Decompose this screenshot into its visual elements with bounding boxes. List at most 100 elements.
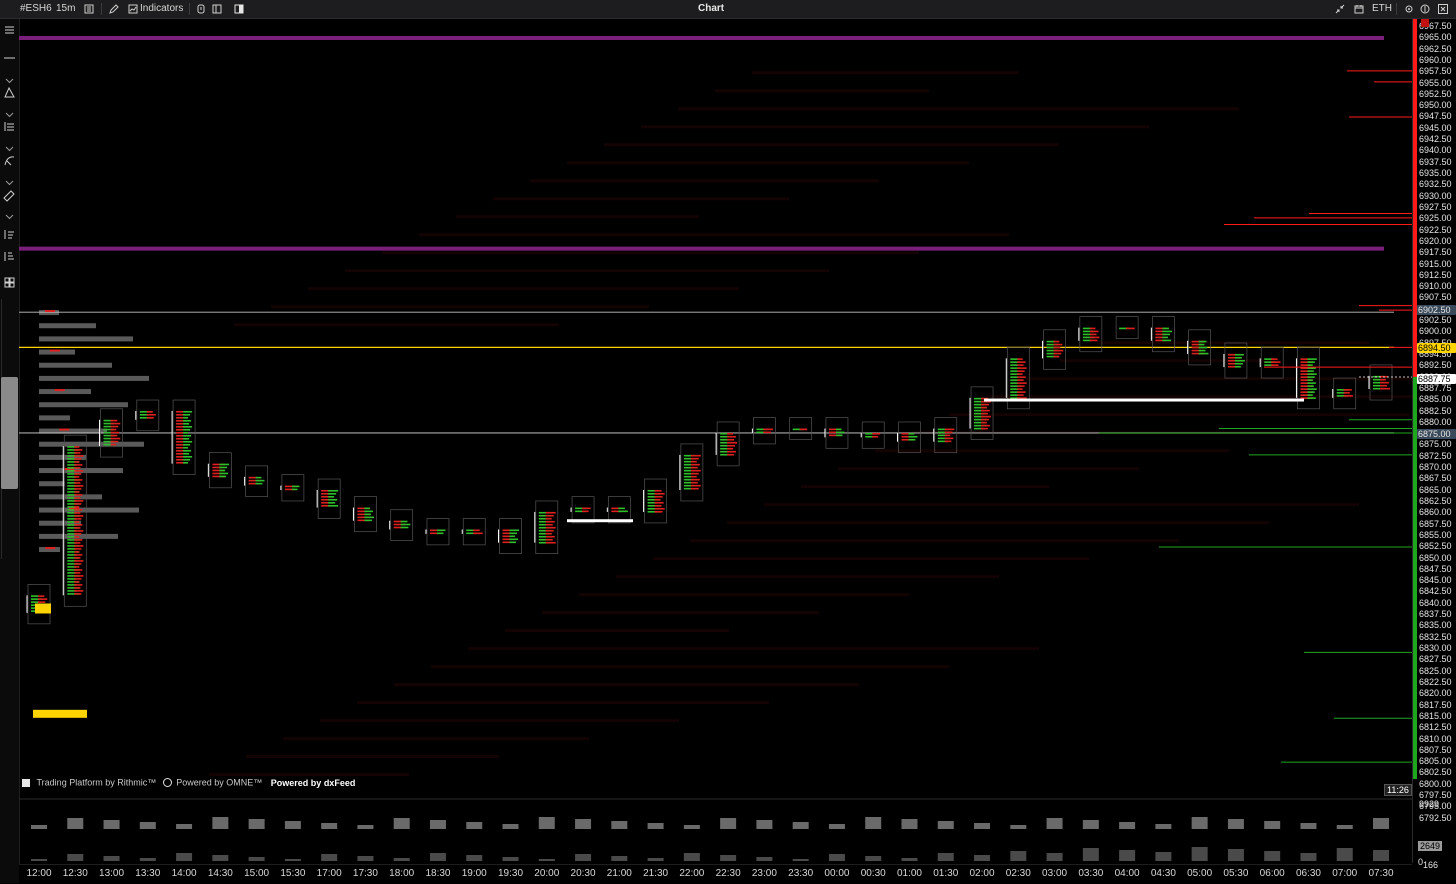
footprint-cell — [727, 444, 736, 447]
curve-path-icon[interactable] — [2, 153, 17, 168]
footprint-cell — [545, 541, 556, 544]
time-axis[interactable]: 12:00 12:30 13:00 13:30 14:00 14:30 15:00 15:30… — [19, 864, 1412, 884]
footprint-cell — [509, 535, 516, 538]
triangle-shape-icon[interactable] — [2, 85, 17, 100]
close-pane-icon[interactable] — [1421, 19, 1429, 27]
footprint-cell — [176, 411, 184, 413]
layout-toggle-icon[interactable] — [234, 4, 244, 14]
footprint-cell — [1010, 370, 1018, 372]
symbol-selector[interactable]: #ESH6 — [20, 0, 52, 18]
volume-bar — [1119, 822, 1136, 829]
link-icon[interactable] — [1420, 4, 1430, 14]
fibonacci-icon[interactable] — [2, 119, 17, 134]
footprint-cell — [1017, 376, 1026, 378]
vol-max-label: 9929 — [1419, 799, 1440, 809]
footprint-cell — [908, 438, 916, 441]
interval-selector[interactable]: 15m — [56, 0, 75, 18]
collapse-icon[interactable] — [1335, 4, 1345, 14]
sort-descending-icon[interactable] — [2, 249, 17, 264]
footprint-cell — [1017, 382, 1027, 384]
price-tick-label: 6792.50 — [1419, 812, 1452, 823]
footprint-cell — [1343, 392, 1350, 394]
window-title: Chart — [698, 3, 725, 14]
footprint-cell — [1017, 391, 1026, 393]
horizontal-line-icon[interactable] — [2, 51, 17, 66]
volume-profile-bar — [39, 481, 65, 487]
footprint-cell — [654, 501, 664, 504]
draw-pencil-icon[interactable] — [109, 4, 119, 14]
footprint-cell — [1307, 382, 1316, 384]
vertical-scrollbar-thumb[interactable] — [1, 377, 18, 489]
footprint-cell — [908, 435, 918, 438]
footprint-cell — [690, 460, 697, 463]
session-selector[interactable]: ETH — [1372, 0, 1392, 18]
volume-profile-bid — [49, 349, 60, 352]
chevron-down-icon[interactable] — [5, 139, 14, 152]
chevron-down-icon[interactable] — [5, 207, 14, 220]
object-tree-icon[interactable] — [2, 275, 17, 290]
settings-gear-icon[interactable] — [1404, 4, 1414, 14]
delta-bar — [1046, 853, 1063, 861]
footprint-cell — [981, 418, 989, 421]
footprint-cell — [219, 466, 228, 469]
close-icon[interactable] — [1438, 4, 1448, 14]
history-icon[interactable] — [196, 4, 206, 14]
price-tick-label: 6835.00 — [1419, 620, 1452, 631]
time-tick-label: 06:30 — [1295, 868, 1321, 879]
footprint-cell — [1155, 330, 1163, 333]
delta-bar — [792, 859, 809, 861]
footprint-cell — [1089, 336, 1100, 339]
volume-bar — [611, 821, 628, 829]
footprint-candle — [716, 421, 740, 467]
indicators-icon[interactable] — [128, 4, 138, 14]
delta-bar — [647, 858, 664, 861]
vol-current-label: 2649 — [1418, 841, 1443, 851]
chevron-down-icon[interactable] — [5, 105, 14, 118]
price-tick-label: 6847.50 — [1419, 563, 1452, 574]
footprint-cell — [176, 453, 184, 455]
price-tick-label: 6860.00 — [1419, 507, 1452, 518]
chart-canvas[interactable] — [19, 19, 1456, 863]
delta-bar — [1264, 851, 1281, 861]
time-tick-label: 21:30 — [643, 868, 669, 879]
footprint-cell — [1155, 336, 1163, 339]
price-tick-label: 6875.00 — [1419, 439, 1452, 450]
chevron-down-icon[interactable] — [5, 173, 14, 186]
bar-type-icon[interactable] — [84, 4, 94, 14]
calendar-icon[interactable] — [1354, 4, 1364, 14]
price-tick-label: 6957.50 — [1419, 66, 1452, 77]
time-tick-label: 01:30 — [933, 868, 959, 879]
menu-lines-icon[interactable] — [2, 23, 17, 38]
footprint-cell — [1234, 353, 1244, 356]
price-tick-label: 6965.00 — [1419, 32, 1452, 43]
footprint-cell — [328, 498, 338, 501]
footprint-cell — [74, 452, 81, 454]
footprint-cell — [400, 523, 411, 526]
footprint-cell — [727, 432, 734, 435]
footprint-cell — [509, 532, 518, 535]
footprint-cell — [1017, 373, 1023, 375]
footprint-cell — [509, 541, 517, 544]
footprint-cell — [176, 417, 184, 419]
footprint-cell — [944, 440, 952, 443]
time-tick-label: 02:30 — [1005, 868, 1031, 879]
footprint-cell — [1307, 370, 1314, 372]
workspace-icon[interactable] — [212, 4, 222, 14]
footprint-cell — [720, 444, 729, 447]
sort-ascending-icon[interactable] — [2, 227, 17, 242]
rithmic-credit: Trading Platform by Rithmic™ — [36, 777, 157, 788]
footprint-cell — [981, 409, 990, 412]
heatmap-band — [320, 719, 679, 723]
footprint-candle — [607, 496, 631, 524]
footprint-cell — [981, 403, 989, 406]
indicators-button[interactable]: Indicators — [140, 0, 183, 18]
heatmap-band — [246, 755, 499, 759]
price-axis[interactable]: 6967.50 6965.00 6962.50 6960.00 6957.50 6955.… — [1412, 19, 1456, 870]
footprint-cell — [944, 437, 954, 440]
heatmap-band — [283, 737, 589, 741]
footprint-cell — [1162, 330, 1172, 333]
price-tick-label: 6945.00 — [1419, 122, 1452, 133]
footprint-cell — [183, 453, 190, 455]
ruler-icon[interactable] — [2, 187, 17, 202]
chevron-down-icon[interactable] — [5, 71, 14, 84]
